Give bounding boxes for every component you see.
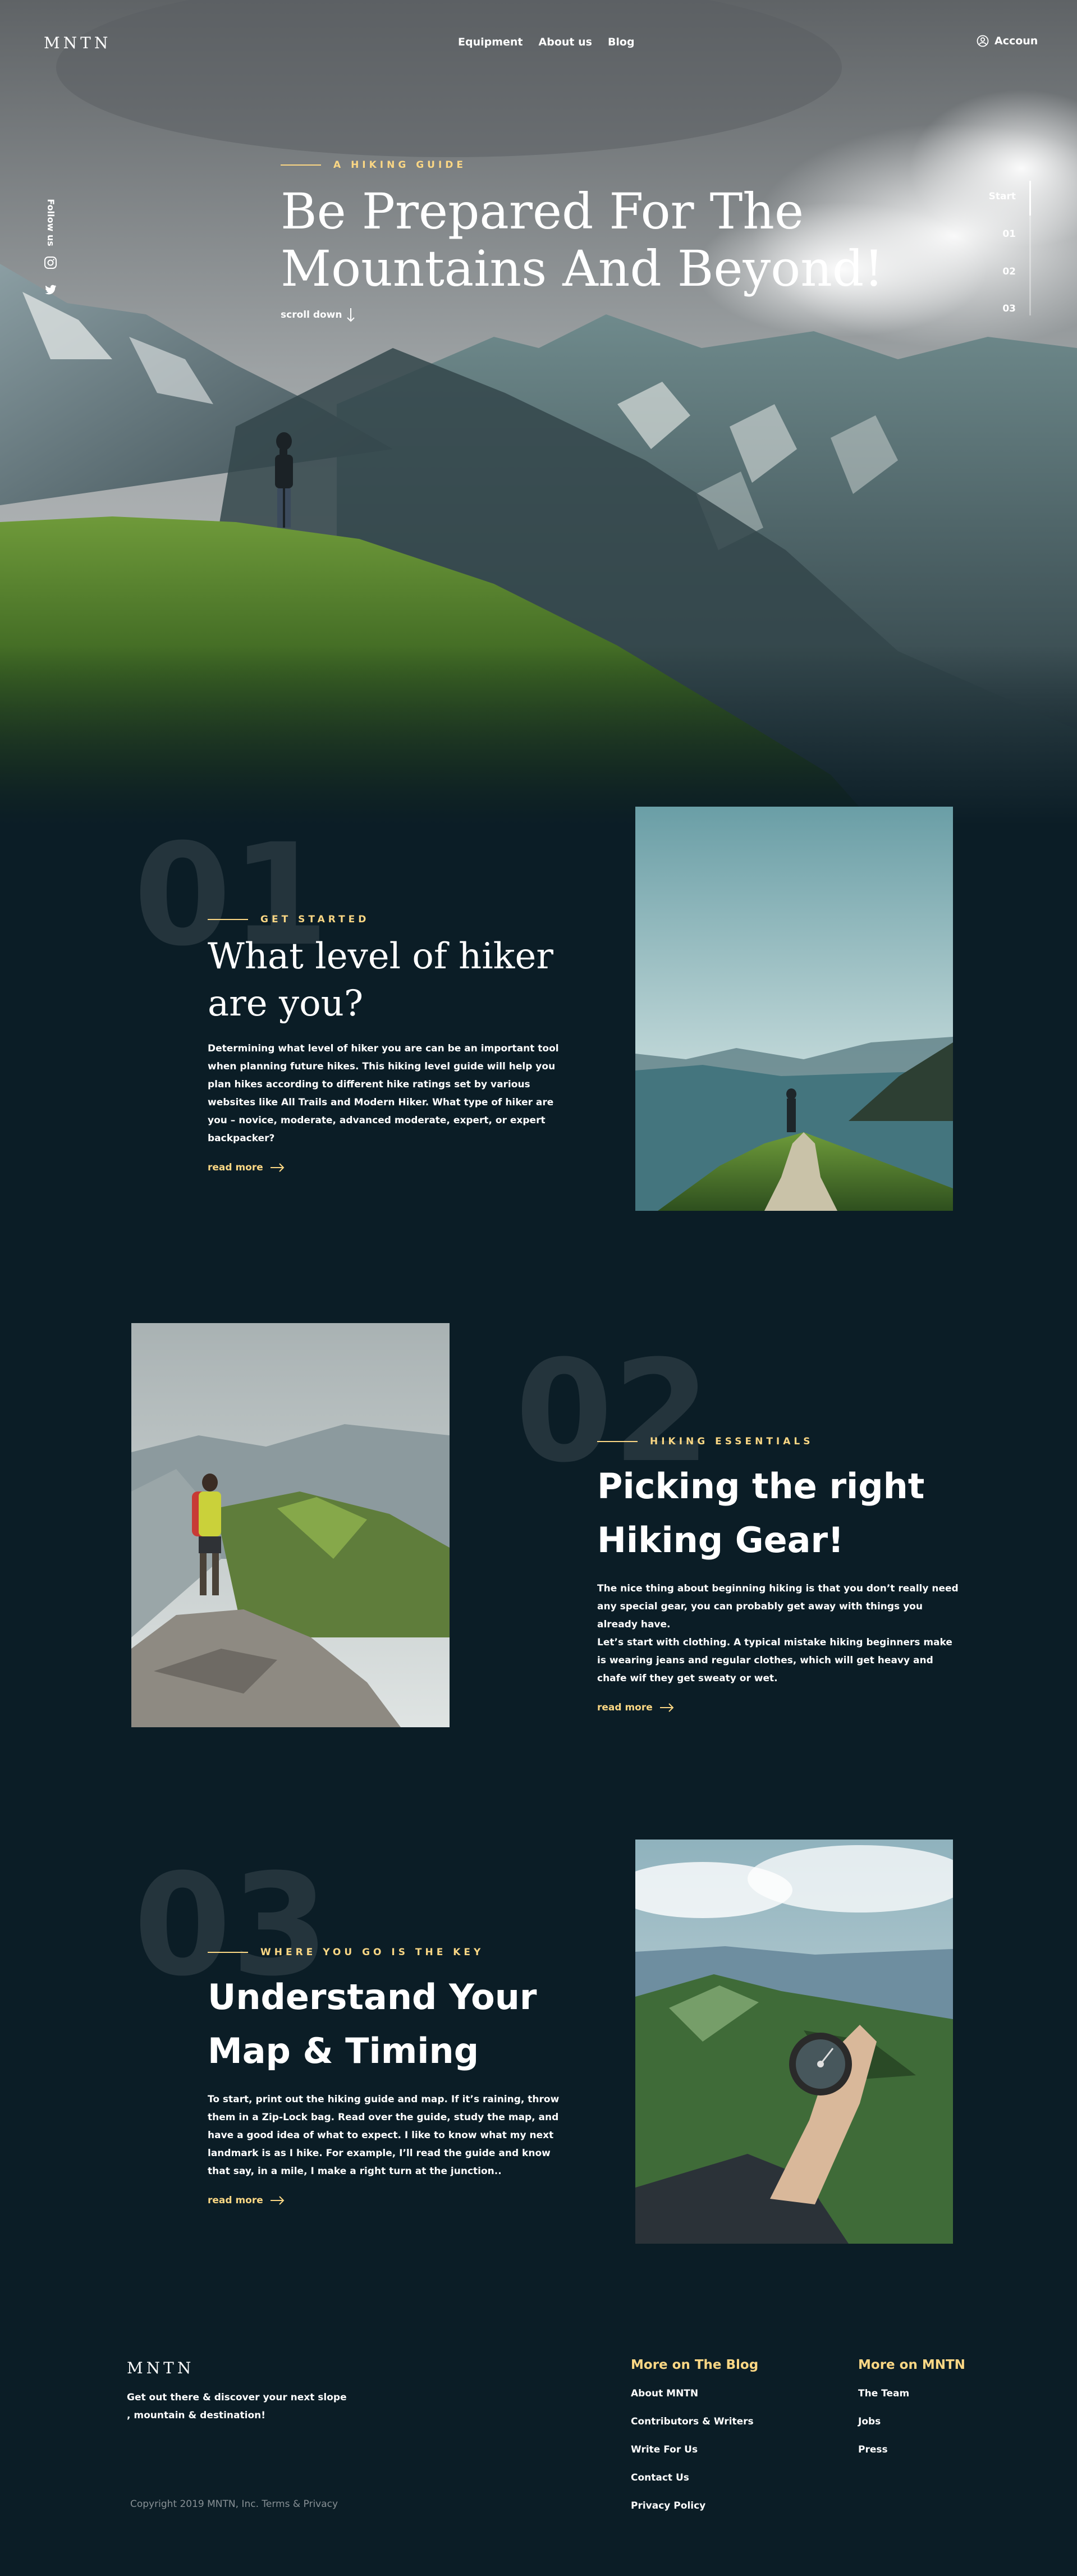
progress-item-start[interactable]: Start xyxy=(989,191,1016,202)
section-02-read-more-link[interactable]: read more xyxy=(597,1702,956,1713)
section-01-title-line1: What level of hiker xyxy=(208,936,553,977)
main-nav: Equipment About us Blog xyxy=(458,36,635,48)
section-01-photo xyxy=(635,807,953,1211)
footer-mntn-title: More on MNTN xyxy=(858,2358,965,2372)
progress-item-03[interactable]: 03 xyxy=(1002,303,1016,314)
section-01-read-more-link[interactable]: read more xyxy=(208,1162,567,1173)
user-icon xyxy=(977,35,989,47)
section-02-eyebrow-text: HIKING ESSENTIALS xyxy=(650,1436,814,1447)
twitter-icon[interactable] xyxy=(44,283,57,296)
hiker-on-rock-image xyxy=(131,1323,450,1727)
section-03-body: To start, print out the hiking guide and… xyxy=(208,2094,560,2177)
instagram-icon[interactable] xyxy=(44,256,57,269)
hand-holding-compass-image xyxy=(635,1840,953,2244)
footer-blog-title: More on The Blog xyxy=(631,2358,759,2372)
eyebrow-line xyxy=(597,1441,638,1442)
hero-eyebrow: A HIKING GUIDE xyxy=(281,159,884,171)
follow-us-label: Follow us xyxy=(45,198,56,246)
section-03-title: Understand Your Map & Timing xyxy=(208,1970,572,2078)
arrow-right-icon xyxy=(270,2196,285,2205)
read-more-label[interactable]: read more xyxy=(597,1702,653,1713)
progress-rail: Start 01 02 03 xyxy=(954,181,1033,315)
footer-tagline-line1: Get out there & discover your next slope xyxy=(127,2392,347,2403)
footer-logo-text[interactable]: MNTN xyxy=(127,2359,194,2377)
section-01-body: Determining what level of hiker you are … xyxy=(208,1043,559,1144)
arrow-right-icon xyxy=(659,1703,674,1712)
footer-link-contact-us[interactable]: Contact Us xyxy=(631,2472,758,2483)
nav-link-about-us[interactable]: About us xyxy=(539,36,592,48)
nav-link-blog[interactable]: Blog xyxy=(608,36,635,48)
footer-tagline-line2: , mountain & destination! xyxy=(127,2410,265,2421)
section-01-content: GET STARTED What level of hiker are you?… xyxy=(208,914,567,1173)
section-02-body-2: Let’s start with clothing. A typical mis… xyxy=(597,1637,952,1684)
hero-title: Be Prepared For The Mountains And Beyond… xyxy=(281,183,884,298)
account-link[interactable]: Accoun xyxy=(977,35,1038,47)
section-03-content: WHERE YOU GO IS THE KEY Understand Your … xyxy=(208,1947,572,2206)
footer-blog-column: More on The Blog About MNTN Contributors… xyxy=(631,2358,758,2511)
footer-mntn-column: More on MNTN The Team Jobs Press xyxy=(858,2358,965,2455)
progress-indicator xyxy=(1029,181,1031,216)
section-02-eyebrow: HIKING ESSENTIALS xyxy=(597,1436,956,1447)
footer-link-about-mntn[interactable]: About MNTN xyxy=(631,2388,758,2399)
progress-item-02[interactable]: 02 xyxy=(1002,266,1016,277)
hiker-on-ridge-image xyxy=(635,807,953,1211)
footer-logo[interactable]: MNTN xyxy=(127,2359,194,2377)
section-02-title-line2: Hiking Gear! xyxy=(597,1520,844,1561)
section-02-photo xyxy=(131,1323,450,1727)
footer-link-jobs[interactable]: Jobs xyxy=(858,2416,965,2427)
section-03-title-line1: Understand Your xyxy=(208,1976,537,2017)
arrow-down-icon xyxy=(346,308,355,322)
nav-link-equipment[interactable]: Equipment xyxy=(458,36,523,48)
section-03-title-line2: Map & Timing xyxy=(208,2030,479,2071)
read-more-label[interactable]: read more xyxy=(208,1162,263,1173)
section-03-eyebrow-text: WHERE YOU GO IS THE KEY xyxy=(260,1947,484,1958)
arrow-right-icon xyxy=(270,1163,285,1172)
section-01-title: What level of hiker are you? xyxy=(208,933,567,1027)
account-label[interactable]: Accoun xyxy=(994,35,1038,47)
read-more-label[interactable]: read more xyxy=(208,2195,263,2206)
scroll-down-label[interactable]: scroll down xyxy=(281,309,342,321)
footer-tagline: Get out there & discover your next slope… xyxy=(127,2389,347,2424)
scroll-down-link[interactable]: scroll down xyxy=(281,308,884,322)
progress-item-01[interactable]: 01 xyxy=(1002,228,1016,240)
section-01-eyebrow: GET STARTED xyxy=(208,914,567,925)
eyebrow-line xyxy=(208,1952,248,1953)
section-01-title-line2: are you? xyxy=(208,983,364,1024)
section-02-content: HIKING ESSENTIALS Picking the right Hiki… xyxy=(597,1436,959,1713)
section-02-body: The nice thing about beginning hiking is… xyxy=(597,1583,959,1630)
hero-landscape-image xyxy=(0,0,1077,825)
section-03-read-more-link[interactable]: read more xyxy=(208,2195,572,2206)
site-logo[interactable]: MNTN xyxy=(44,34,111,52)
hero-title-line1: Be Prepared For The xyxy=(281,182,804,240)
footer-link-contributors[interactable]: Contributors & Writers xyxy=(631,2416,758,2427)
section-03-photo xyxy=(635,1840,953,2244)
section-02-title-line1: Picking the right xyxy=(597,1466,925,1507)
footer-link-press[interactable]: Press xyxy=(858,2444,965,2455)
section-03-eyebrow: WHERE YOU GO IS THE KEY xyxy=(208,1947,572,1958)
hero-content: A HIKING GUIDE Be Prepared For The Mount… xyxy=(281,159,884,322)
hero-section xyxy=(0,0,1077,825)
hero-title-line2: Mountains And Beyond! xyxy=(281,240,884,298)
section-01-eyebrow-text: GET STARTED xyxy=(260,914,370,925)
hero-eyebrow-text: A HIKING GUIDE xyxy=(333,159,467,171)
logo-text[interactable]: MNTN xyxy=(44,34,111,52)
section-02-title: Picking the right Hiking Gear! xyxy=(597,1459,956,1567)
eyebrow-line xyxy=(281,164,321,166)
footer-link-privacy-policy[interactable]: Privacy Policy xyxy=(631,2500,758,2511)
footer-link-the-team[interactable]: The Team xyxy=(858,2388,965,2399)
copyright: Copyright 2019 MNTN, Inc. Terms & Privac… xyxy=(130,2499,338,2510)
social-rail: Follow us xyxy=(44,198,57,301)
footer-link-write-for-us[interactable]: Write For Us xyxy=(631,2444,758,2455)
eyebrow-line xyxy=(208,919,248,920)
